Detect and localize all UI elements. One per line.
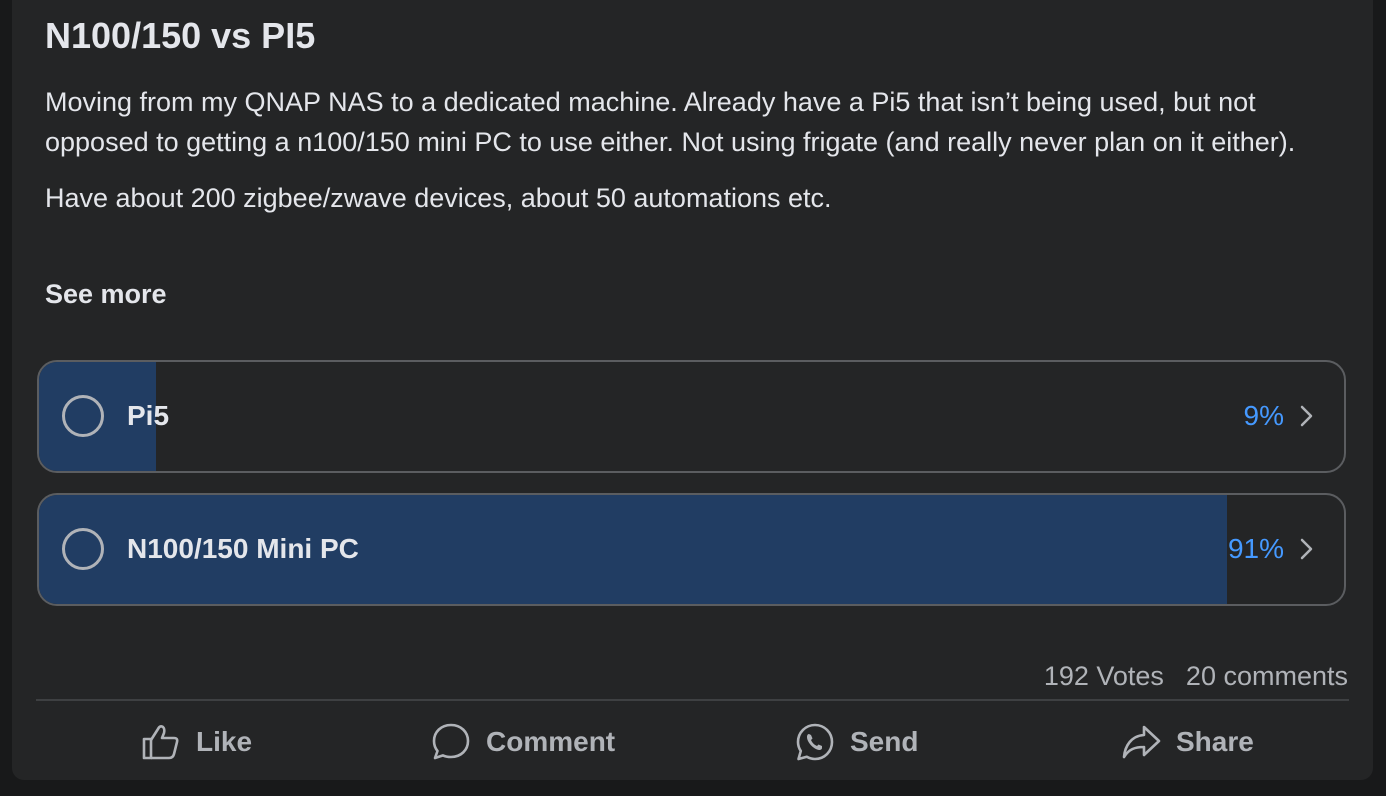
comments-count[interactable]: 20 comments — [1186, 661, 1348, 691]
post-title: N100/150 vs PI5 — [45, 15, 316, 56]
whatsapp-icon — [796, 723, 834, 761]
send-label: Send — [850, 726, 919, 757]
share-label: Share — [1176, 726, 1254, 757]
comment-button[interactable]: Comment — [430, 716, 615, 768]
like-button[interactable]: Like — [140, 716, 252, 768]
chevron-right-icon[interactable] — [1296, 537, 1316, 561]
poll-percent: 9% — [1243, 400, 1284, 431]
chevron-right-icon[interactable] — [1296, 404, 1316, 428]
poll-option-label: Pi5 — [127, 400, 170, 431]
poll-option-n100-mini-pc[interactable]: N100/150 Mini PC 91% — [37, 493, 1346, 606]
post-stats: 192 Votes 20 comments — [1022, 658, 1348, 694]
post-paragraph: Moving from my QNAP NAS to a dedicated m… — [45, 87, 1296, 157]
send-button[interactable]: Send — [794, 716, 918, 768]
comment-label: Comment — [486, 726, 616, 757]
poll-option-label: N100/150 Mini PC — [127, 533, 359, 564]
share-arrow-icon — [1122, 725, 1161, 759]
like-label: Like — [196, 726, 253, 757]
poll-option-pi5[interactable]: Pi5 9% — [37, 360, 1346, 473]
thumbs-up-icon — [142, 725, 179, 760]
post-body: Moving from my QNAP NAS to a dedicated m… — [45, 82, 1345, 234]
comment-bubble-icon — [432, 723, 470, 760]
radio-button[interactable] — [62, 528, 104, 570]
divider — [36, 699, 1349, 701]
poll-percent: 91% — [1227, 533, 1284, 564]
share-button[interactable]: Share — [1120, 716, 1254, 768]
see-more-link[interactable]: See more — [45, 274, 167, 314]
post-paragraph: Have about 200 zigbee/zwave devices, abo… — [45, 183, 832, 213]
radio-button[interactable] — [62, 395, 104, 437]
votes-count[interactable]: 192 Votes — [1044, 661, 1164, 691]
